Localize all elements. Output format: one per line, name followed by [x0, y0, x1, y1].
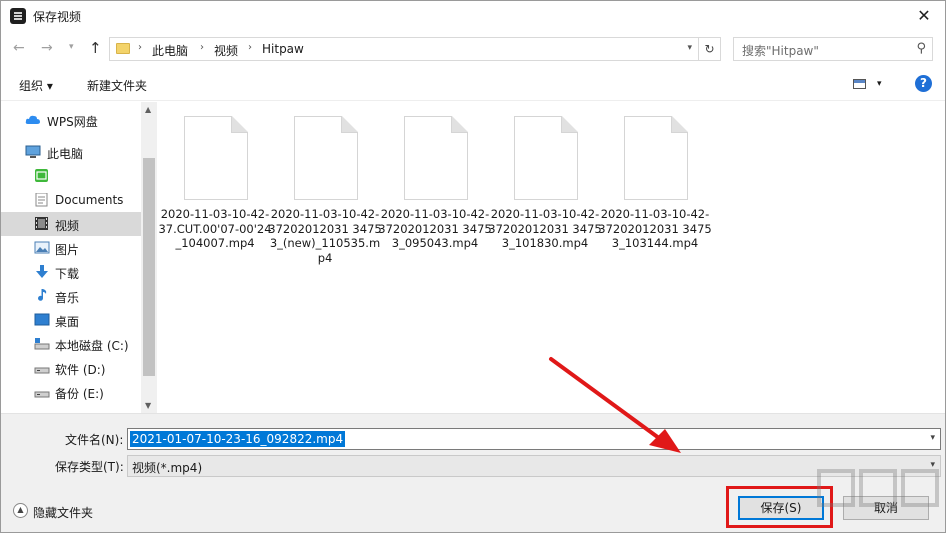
sidebar-item-documents[interactable]: Documents [1, 188, 141, 212]
sidebar-item-drive-c[interactable]: 本地磁盘 (C:) [1, 332, 141, 356]
address-bar[interactable]: › 此电脑 › 视频 › Hitpaw ▾ [109, 37, 699, 61]
app-icon [10, 8, 26, 24]
refresh-icon: ↻ [704, 42, 715, 56]
file-item[interactable]: 2020-11-03-10-42-37202012031 34753_10314… [598, 114, 712, 284]
blank-file-icon [624, 116, 688, 200]
back-arrow-icon[interactable]: ← [13, 40, 25, 56]
sidebar-item-drive-d[interactable]: 软件 (D:) [1, 356, 141, 380]
scroll-down-icon[interactable]: ▼ [145, 401, 151, 410]
search-placeholder: 搜索"Hitpaw" [742, 44, 819, 58]
video-icon [35, 217, 48, 230]
file-item[interactable]: 2020-11-03-10-42-37202012031 34753_09504… [378, 114, 492, 284]
breadcrumb-this-pc[interactable]: 此电脑 [152, 42, 188, 59]
sidebar-item-iqiyi[interactable] [1, 164, 141, 188]
file-item[interactable]: 2020-11-03-10-42-37.CUT.00'07-00'24_1040… [158, 114, 272, 284]
navigation-pane: WPS网盘 此电脑 Documents 视频 图片 下载 音乐 桌面 本地磁盘 … [1, 102, 157, 413]
filename-input[interactable]: 2021-01-07-10-23-16_092822.mp4 ▾ [127, 428, 941, 450]
window-title: 保存视频 [33, 10, 82, 24]
chevron-right-icon[interactable]: › [138, 42, 142, 53]
filetype-label: 保存类型(T): [55, 460, 124, 474]
blank-file-icon [294, 116, 358, 200]
chevron-up-icon: ▲ [13, 503, 28, 518]
filetype-value: 视频(*.mp4) [132, 461, 203, 475]
pictures-icon [34, 241, 50, 254]
file-name: 2020-11-03-10-42-37202012031 34753_10183… [488, 207, 602, 251]
sidebar-item-pictures[interactable]: 图片 [1, 236, 141, 260]
file-name: 2020-11-03-10-42-37202012031 34753_10314… [598, 207, 712, 251]
sidebar-item-videos[interactable]: 视频 [1, 212, 141, 236]
sidebar-item-label: 视频 [55, 219, 80, 233]
breadcrumb-videos[interactable]: 视频 [214, 42, 238, 59]
blank-file-icon [184, 116, 248, 200]
sidebar-item-label: 音乐 [55, 291, 80, 305]
sidebar-item-label: 下载 [55, 267, 80, 281]
file-item[interactable]: 2020-11-03-10-42-37202012031 34753_10183… [488, 114, 602, 284]
file-name: 2020-11-03-10-42-37.CUT.00'07-00'24_1040… [158, 207, 272, 251]
command-toolbar: 组织 ▾ 新建文件夹 ▾ ? [1, 67, 945, 101]
scroll-up-icon[interactable]: ▲ [145, 105, 151, 114]
filename-value: 2021-01-07-10-23-16_092822.mp4 [130, 431, 346, 447]
chevron-down-icon[interactable]: ▾ [930, 433, 935, 443]
sidebar-item-label: 备份 (E:) [55, 387, 104, 401]
sidebar-item-drive-e[interactable]: 备份 (E:) [1, 380, 141, 404]
file-item[interactable]: 2020-11-03-10-42-37202012031 34753_(new)… [268, 114, 382, 284]
sidebar-item-music[interactable]: 音乐 [1, 284, 141, 308]
cloud-icon [25, 115, 40, 124]
sidebar-item-wps-cloud[interactable]: WPS网盘 [1, 108, 141, 132]
file-list: 2020-11-03-10-42-37.CUT.00'07-00'24_1040… [158, 102, 945, 413]
forward-arrow-icon[interactable]: → [41, 40, 53, 56]
download-icon [36, 265, 48, 278]
file-name: 2020-11-03-10-42-37202012031 34753_09504… [378, 207, 492, 251]
file-name: 2020-11-03-10-42-37202012031 34753_(new)… [268, 207, 382, 265]
chevron-right-icon[interactable]: › [200, 42, 204, 53]
documents-icon [35, 193, 48, 207]
up-arrow-icon[interactable]: ↑ [89, 39, 102, 57]
sidebar-item-this-pc[interactable]: 此电脑 [1, 140, 141, 164]
sidebar-scrollbar[interactable]: ▲ ▼ [141, 102, 157, 413]
sidebar-item-label: 软件 (D:) [55, 363, 106, 377]
view-options-icon[interactable] [853, 79, 866, 89]
address-row: ← → ▾ ↑ › 此电脑 › 视频 › Hitpaw ▾ ↻ 搜索"Hitpa… [1, 31, 945, 67]
sidebar-item-desktop[interactable]: 桌面 [1, 308, 141, 332]
sidebar-item-label: 桌面 [55, 315, 80, 329]
watermark-logo [817, 469, 939, 507]
search-icon: ⚲ [916, 41, 926, 56]
new-folder-button[interactable]: 新建文件夹 [87, 77, 147, 94]
hide-folders-label: 隐藏文件夹 [33, 506, 94, 520]
sidebar-item-label: 图片 [55, 243, 80, 257]
sidebar-item-label: 本地磁盘 (C:) [55, 339, 129, 353]
desktop-icon [34, 313, 50, 326]
drive-e-icon [34, 391, 50, 398]
computer-icon [25, 145, 41, 158]
sidebar-item-downloads[interactable]: 下载 [1, 260, 141, 284]
blank-file-icon [514, 116, 578, 200]
drive-c-icon [34, 338, 50, 350]
refresh-button[interactable]: ↻ [699, 37, 721, 61]
sidebar-item-label: WPS网盘 [47, 115, 98, 129]
close-button[interactable]: ✕ [901, 1, 945, 31]
recent-locations-chevron-icon[interactable]: ▾ [69, 42, 74, 52]
help-icon[interactable]: ? [915, 75, 932, 92]
chevron-right-icon[interactable]: › [248, 42, 252, 53]
chevron-down-icon[interactable]: ▾ [877, 79, 882, 89]
blank-file-icon [404, 116, 468, 200]
save-video-dialog: 保存视频 ✕ ← → ▾ ↑ › 此电脑 › 视频 › Hitpaw ▾ ↻ 搜… [0, 0, 946, 533]
search-input[interactable]: 搜索"Hitpaw" ⚲ [733, 37, 933, 61]
sidebar-item-label: 此电脑 [47, 147, 84, 161]
title-bar: 保存视频 ✕ [1, 1, 945, 31]
folder-icon [116, 43, 130, 54]
save-form: 文件名(N): 2021-01-07-10-23-16_092822.mp4 ▾… [1, 413, 945, 532]
organize-button[interactable]: 组织 ▾ [19, 77, 53, 94]
save-button[interactable]: 保存(S) [738, 496, 824, 520]
drive-d-icon [34, 367, 50, 374]
chevron-down-icon[interactable]: ▾ [687, 43, 692, 53]
filename-label: 文件名(N): [65, 433, 124, 447]
music-icon [38, 289, 47, 301]
iqiyi-icon [35, 169, 48, 182]
sidebar-item-label: Documents [55, 193, 124, 207]
breadcrumb-hitpaw[interactable]: Hitpaw [262, 42, 304, 56]
scrollbar-thumb[interactable] [143, 158, 155, 376]
